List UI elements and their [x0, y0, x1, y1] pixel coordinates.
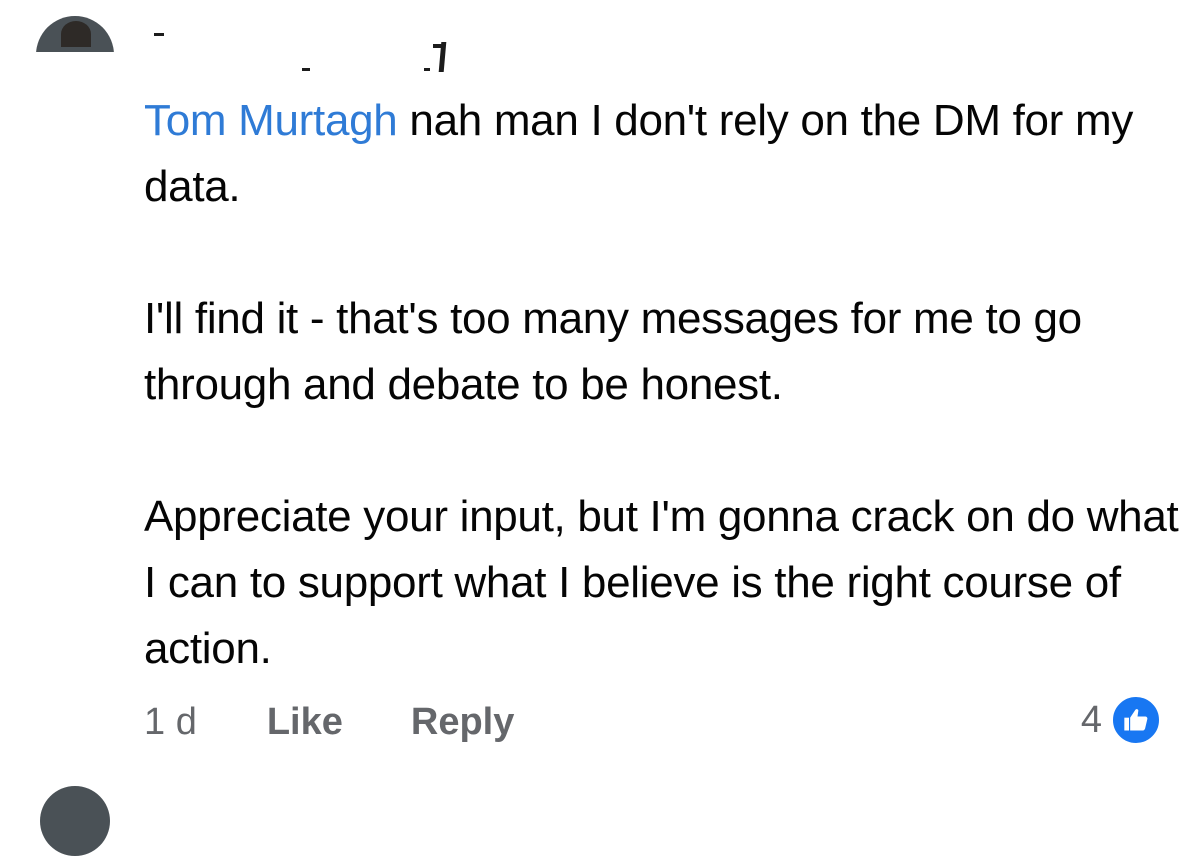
- comment-paragraph-3: Appreciate your input, but I'm gonna cra…: [144, 492, 1179, 673]
- commenter-name-redacted: [140, 20, 480, 76]
- like-button[interactable]: Like: [267, 701, 343, 744]
- commenter-avatar[interactable]: [36, 16, 114, 52]
- reply-button[interactable]: Reply: [411, 701, 514, 744]
- reaction-count: 4: [1080, 698, 1102, 741]
- avatar-hair: [61, 21, 91, 47]
- comment-actions: 1 d Like Reply: [144, 694, 582, 750]
- comment-body: Tom Murtagh nah man I don't rely on the …: [144, 88, 1184, 682]
- comment-timestamp[interactable]: 1 d: [144, 701, 197, 744]
- mention-link[interactable]: Tom Murtagh: [144, 96, 398, 145]
- next-commenter-avatar[interactable]: [40, 786, 110, 856]
- thumbs-up-icon: [1110, 694, 1162, 746]
- comment-paragraph-2: I'll find it - that's too many messages …: [144, 294, 1082, 409]
- reaction-summary[interactable]: 4: [1081, 690, 1162, 750]
- comment-paragraph-1: Tom Murtagh nah man I don't rely on the …: [144, 88, 1184, 220]
